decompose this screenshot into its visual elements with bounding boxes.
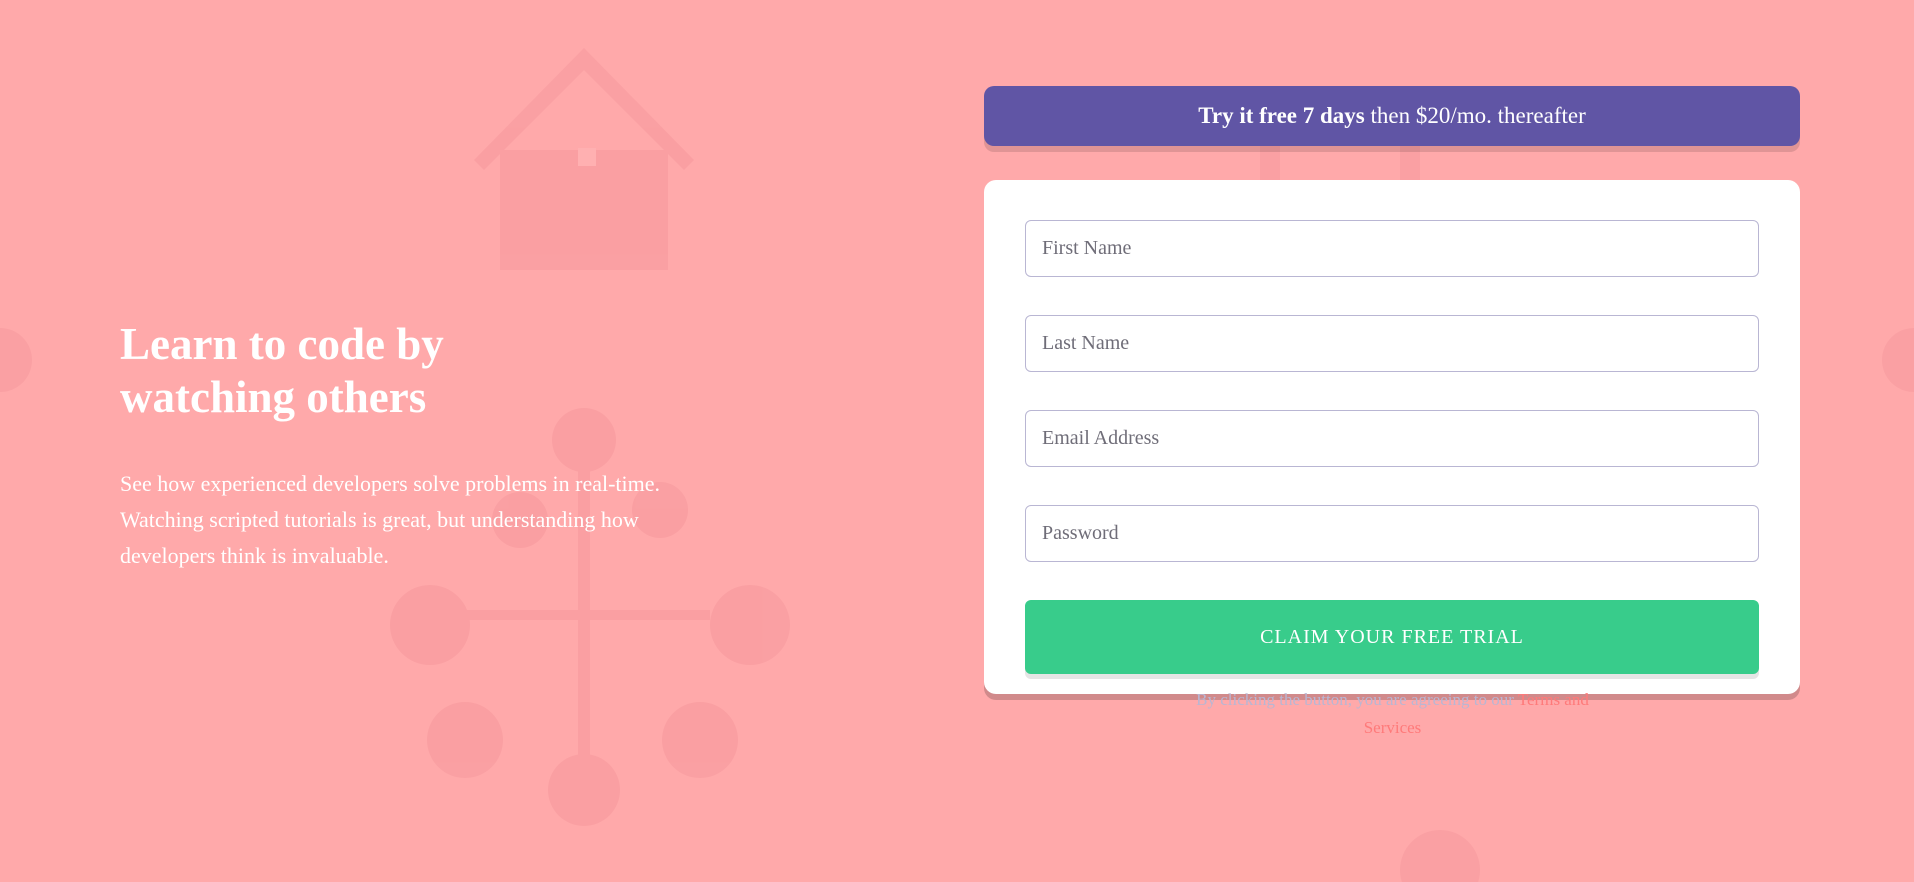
trial-offer-banner: Try it free 7 days then $20/mo. thereaft… bbox=[984, 86, 1800, 146]
hero-section: Learn to code by watching others See how… bbox=[120, 318, 740, 574]
email-field[interactable] bbox=[1025, 410, 1759, 467]
terms-notice-text: By clicking the button, you are agreeing… bbox=[1196, 690, 1518, 709]
trial-offer-bold: Try it free 7 days bbox=[1198, 103, 1365, 128]
terms-notice: By clicking the button, you are agreeing… bbox=[1173, 686, 1613, 742]
last-name-field[interactable] bbox=[1025, 315, 1759, 372]
signup-form: Claim your free trial By clicking the bu… bbox=[984, 180, 1800, 737]
hero-headline: Learn to code by watching others bbox=[120, 319, 444, 422]
hero-description: See how experienced developers solve pro… bbox=[120, 471, 661, 568]
password-field[interactable] bbox=[1025, 505, 1759, 562]
claim-free-trial-button[interactable]: Claim your free trial bbox=[1025, 600, 1759, 674]
signup-section: Try it free 7 days then $20/mo. thereaft… bbox=[984, 86, 1800, 737]
trial-offer-rest: then $20/mo. thereafter bbox=[1364, 103, 1586, 128]
first-name-field[interactable] bbox=[1025, 220, 1759, 277]
